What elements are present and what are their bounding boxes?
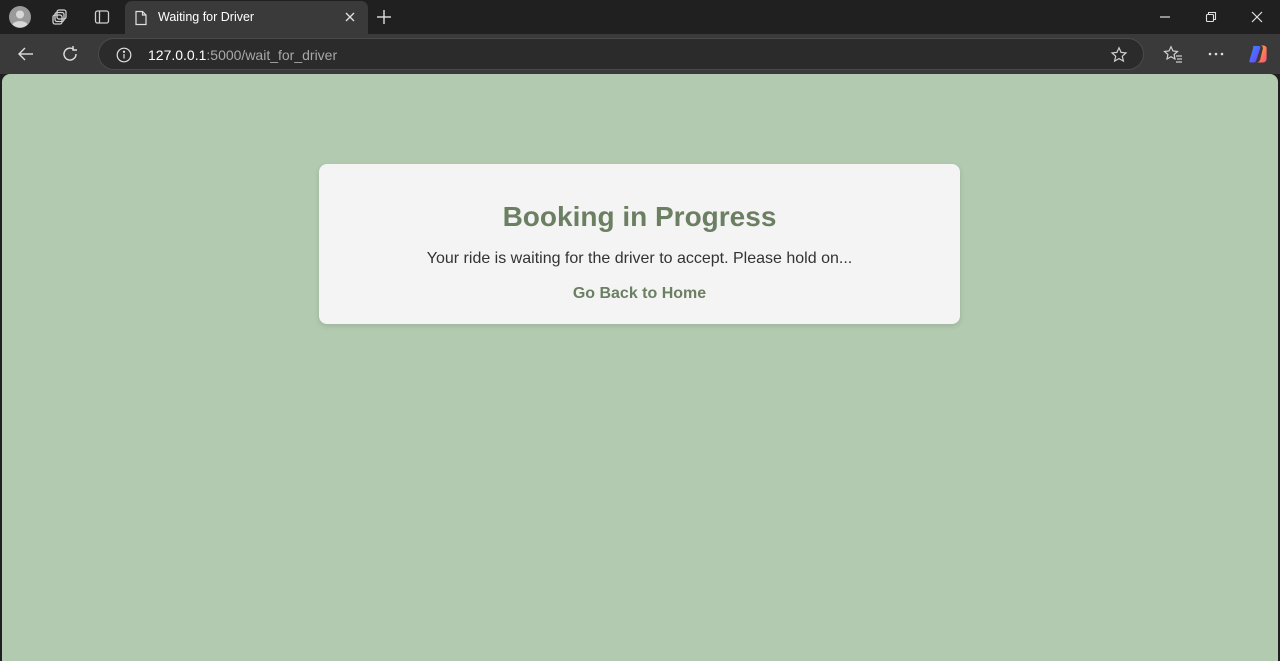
status-message: Your ride is waiting for the driver to a… — [426, 250, 853, 267]
minimize-icon[interactable] — [1142, 0, 1188, 34]
more-icon[interactable] — [1200, 38, 1232, 70]
page-title: Booking in Progress — [502, 201, 777, 232]
address-bar[interactable]: 127.0.0.1:5000/wait_for_driver — [98, 38, 1144, 70]
workspaces-icon[interactable] — [42, 0, 78, 34]
copilot-icon[interactable] — [1242, 38, 1274, 70]
star-icon[interactable] — [1108, 45, 1130, 65]
plus-icon[interactable] — [373, 6, 395, 28]
tab-title: Waiting for Driver — [158, 10, 255, 24]
close-icon[interactable] — [342, 9, 358, 25]
go-back-home-link[interactable]: Go Back to Home — [319, 285, 960, 303]
page-viewport: Booking in Progress Your ride is waiting… — [2, 74, 1278, 661]
back-arrow-icon[interactable] — [10, 38, 42, 70]
booking-status-card: Booking in Progress Your ride is waiting… — [319, 164, 960, 324]
browser-toolbar: 127.0.0.1:5000/wait_for_driver — [0, 34, 1280, 74]
profile-avatar-icon[interactable] — [2, 0, 38, 34]
tab-actions-icon[interactable] — [84, 0, 120, 34]
url-host: 127.0.0.1 — [148, 47, 207, 63]
favorites-icon[interactable] — [1157, 38, 1189, 70]
info-icon[interactable] — [114, 45, 134, 65]
close-window-icon[interactable] — [1234, 0, 1280, 34]
active-tab[interactable]: Waiting for Driver — [125, 1, 368, 34]
url-path: :5000/wait_for_driver — [206, 47, 338, 63]
refresh-icon[interactable] — [54, 38, 86, 70]
browser-titlebar: Waiting for Driver — [0, 0, 1280, 34]
url-text: 127.0.0.1:5000/wait_for_driver — [148, 47, 337, 63]
page-icon — [134, 10, 148, 31]
restore-icon[interactable] — [1188, 0, 1234, 34]
